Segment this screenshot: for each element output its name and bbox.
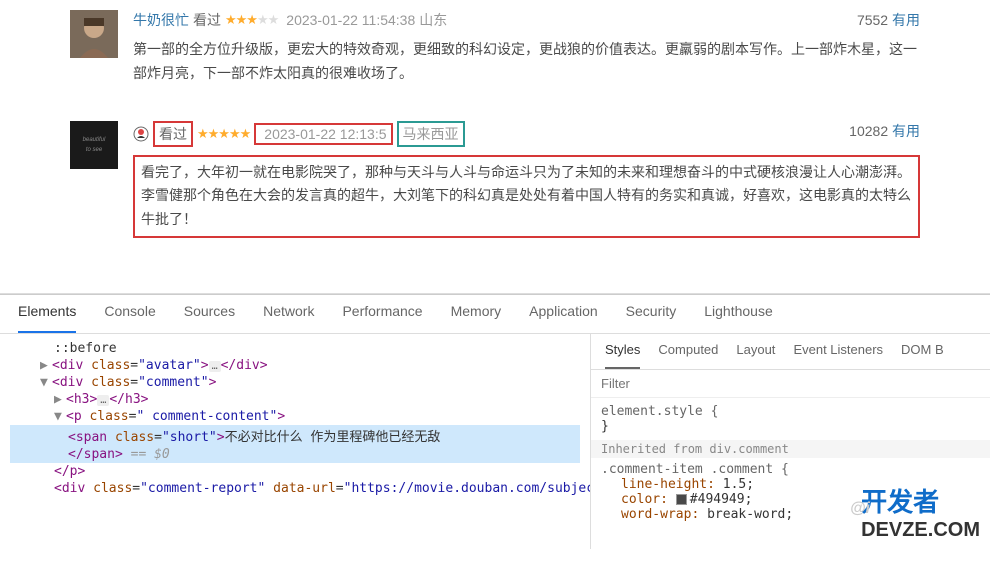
color-swatch-icon[interactable] [676,494,687,505]
svg-text:beautiful: beautiful [83,137,106,143]
user-badge-icon [133,126,149,142]
stab-computed[interactable]: Computed [658,342,718,361]
dom-node[interactable]: ▼<div class="comment"> [10,374,580,391]
location: 马来西亚 [403,126,459,142]
stab-dom-breakpoints[interactable]: DOM B [901,342,944,361]
watched-label: 看过 [159,126,187,142]
comment-item: beautiful to see 看过 ★★★★★ 2023-01-22 12:1… [70,121,920,238]
timestamp: 2023-01-22 12:13:5 [264,126,386,142]
dom-node[interactable]: ▼<p class=" comment-content"> [10,408,580,425]
dom-node[interactable]: ▶<div class="avatar">…</div> [10,357,580,374]
devtools-panel: Elements Console Sources Network Perform… [0,294,990,549]
stab-styles[interactable]: Styles [605,342,640,369]
comment-text-highlight-box: 看完了，大年初一就在电影院哭了，那种与天斗与人斗与命运斗只为了未知的未来和理想奋… [133,155,920,238]
dom-node-selected[interactable]: <span class="short">不必对比什么 作为里程碑他已经无敌 [10,425,580,446]
comment-body: 看过 ★★★★★ 2023-01-22 12:13:5 马来西亚 10282 有用… [133,121,920,238]
tab-security[interactable]: Security [626,303,677,325]
comment-text: 第一部的全方位升级版，更宏大的特效奇观，更细致的科幻设定，更战狼的价值表达。更羸… [133,38,920,86]
stab-layout[interactable]: Layout [736,342,775,361]
comment-header: 看过 ★★★★★ 2023-01-22 12:13:5 马来西亚 10282 有用 [133,121,920,147]
tab-network[interactable]: Network [263,303,314,325]
timestamp: 2023-01-22 11:54:38 [286,12,415,28]
location: 山东 [419,10,447,30]
tab-lighthouse[interactable]: Lighthouse [704,303,773,325]
dom-tree[interactable]: ::before ▶<div class="avatar">…</div> ▼<… [0,334,590,549]
avatar[interactable] [70,10,118,58]
location-highlight-box: 马来西亚 [397,121,465,147]
devtools-body: ::before ▶<div class="avatar">…</div> ▼<… [0,334,990,549]
useful-count[interactable]: 7552 有用 [857,10,920,30]
tab-console[interactable]: Console [104,303,155,325]
comment-item: 牛奶很忙 看过 ★★★★★ 2023-01-22 11:54:38 山东 755… [70,10,920,86]
devtools-tabs: Elements Console Sources Network Perform… [0,295,990,334]
watched-label: 看过 [193,10,221,30]
dom-node[interactable]: </p> [10,463,580,480]
watermark: @i 开发者 DEVZE.COM [861,482,980,542]
avatar[interactable]: beautiful to see [70,121,118,169]
side-tabs: Styles Computed Layout Event Listeners D… [591,334,990,370]
filter-input[interactable] [601,376,980,391]
tab-application[interactable]: Application [529,303,598,325]
tab-memory[interactable]: Memory [451,303,502,325]
comment-body: 牛奶很忙 看过 ★★★★★ 2023-01-22 11:54:38 山东 755… [133,10,920,86]
dom-pseudo[interactable]: ::before [10,340,580,357]
svg-text:to see: to see [86,147,103,153]
tab-performance[interactable]: Performance [342,303,422,325]
tab-elements[interactable]: Elements [18,303,76,333]
username-link[interactable]: 牛奶很忙 [133,10,189,30]
comment-header: 牛奶很忙 看过 ★★★★★ 2023-01-22 11:54:38 山东 755… [133,10,920,30]
inherited-label: Inherited from div.comment [591,440,990,458]
rule-element-style[interactable]: element.style { } [601,404,980,434]
comments-section: 牛奶很忙 看过 ★★★★★ 2023-01-22 11:54:38 山东 755… [0,0,990,294]
rating-stars: ★★★★★ [197,126,250,142]
dom-node[interactable]: ▶<h3>…</h3> [10,391,580,408]
timestamp-highlight-box: 2023-01-22 12:13:5 [254,123,392,145]
rating-stars: ★★★★★ [225,12,278,28]
watched-highlight-box: 看过 [153,121,193,147]
dom-node-selected[interactable]: </span> == $0 [10,446,580,463]
dom-node[interactable]: <div class="comment-report" data-url="ht… [10,480,580,497]
tab-sources[interactable]: Sources [184,303,235,325]
stab-event-listeners[interactable]: Event Listeners [793,342,883,361]
filter-row [591,370,990,398]
useful-count[interactable]: 10282 有用 [849,121,920,141]
